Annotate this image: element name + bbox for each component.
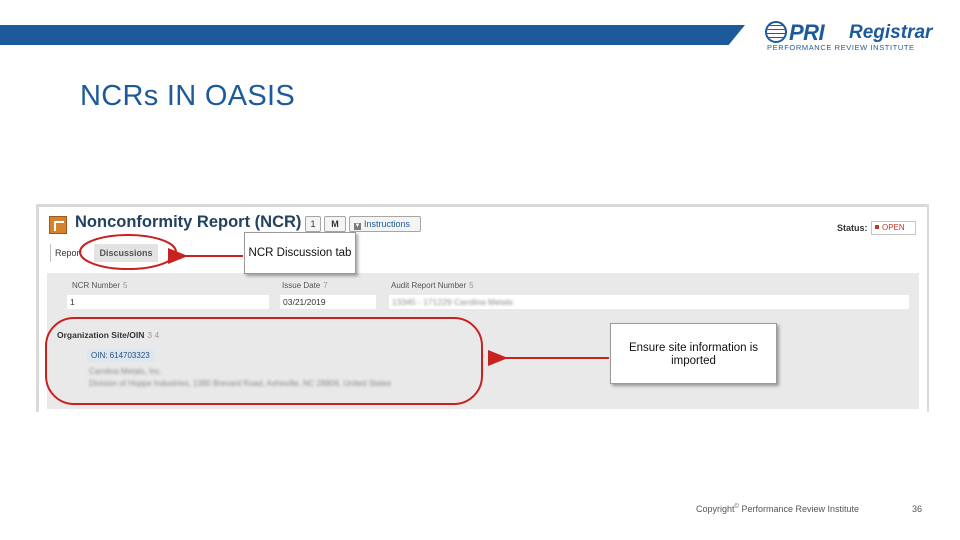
ncr-title: Nonconformity Report (NCR) — [75, 213, 302, 231]
audit-report-field[interactable]: 13345 - 171229 Carolina Metals — [389, 295, 909, 309]
org-site-label: Organization Site/OIN 3 4 — [57, 330, 160, 340]
audit-report-value: 13345 - 171229 Carolina Metals — [392, 297, 513, 307]
slide-title: NCRs IN OASIS — [80, 80, 295, 112]
issue-date-label: Issue Date 7 — [282, 281, 328, 290]
footer-copyright: Copyright© Performance Review Institute — [696, 504, 860, 514]
globe-icon — [765, 21, 787, 43]
ncr-number-label: NCR Number 5 — [72, 281, 128, 290]
ncr-form-icon — [49, 216, 67, 234]
status-dot-icon — [875, 225, 879, 229]
mail-chip[interactable]: M — [324, 216, 346, 232]
count-chip[interactable]: 1 — [305, 216, 321, 232]
header-bar — [0, 25, 745, 45]
pri-registrar-logo: PRI Registrar PERFORMANCE REVIEW INSTITU… — [765, 18, 935, 54]
oin-value[interactable]: OIN: 614703323 — [87, 349, 154, 362]
oasis-screenshot: Nonconformity Report (NCR) 1 M ▼ Instruct… — [36, 204, 929, 412]
status-label: Status: — [837, 223, 868, 233]
logo-registrar: Registrar — [849, 22, 933, 43]
org-address: Division of Hoppe Industries, 1390 Breva… — [89, 379, 392, 388]
issue-date-field[interactable]: 03/21/2019 — [280, 295, 376, 309]
status-badge: OPEN — [871, 221, 916, 235]
audit-report-label: Audit Report Number 5 — [391, 281, 474, 290]
ncr-number-field[interactable]: 1 — [67, 295, 269, 309]
org-name: Carolina Metals, Inc. — [89, 367, 162, 376]
form-body — [47, 273, 919, 409]
site-info-callout: Ensure site information is imported — [610, 323, 777, 384]
tab-discussions[interactable]: Discussions — [94, 244, 158, 262]
page-number: 36 — [912, 504, 923, 514]
discussion-tab-callout: NCR Discussion tab — [244, 232, 356, 274]
logo-tagline: PERFORMANCE REVIEW INSTITUTE — [767, 43, 915, 52]
tab-report[interactable]: Report — [50, 244, 91, 262]
instructions-label: Instructions — [364, 219, 411, 229]
ncr-form: Nonconformity Report (NCR) 1 M ▼ Instruct… — [39, 207, 927, 412]
chevron-down-icon: ▼ — [354, 223, 361, 230]
instructions-button[interactable]: ▼ Instructions — [349, 216, 421, 232]
